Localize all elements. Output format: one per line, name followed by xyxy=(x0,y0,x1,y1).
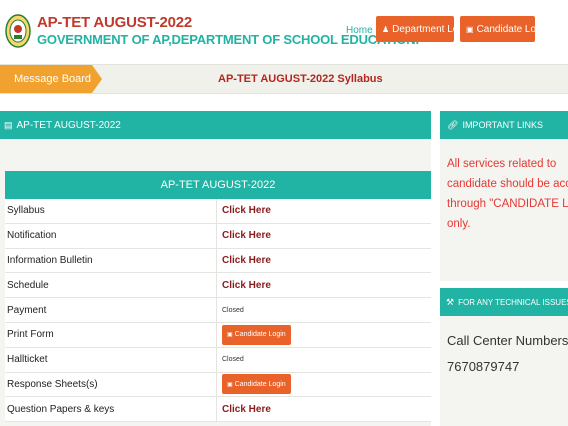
table-row: Notification Click Here xyxy=(5,223,431,249)
row-action-cell: ▣ Candidate Login xyxy=(217,372,431,397)
table-row: Payment Closed xyxy=(5,298,431,323)
table-row: Information Bulletin Click Here xyxy=(5,248,431,274)
candidate-login-button[interactable]: ▣ Candidate Login xyxy=(222,374,291,395)
call-center-number: 7670879747 xyxy=(447,359,520,374)
row-label: Information Bulletin xyxy=(5,248,217,273)
notice-line: through "CANDIDATE LOGIN" xyxy=(447,198,568,210)
table-title: AP-TET AUGUST-2022 xyxy=(5,171,431,199)
click-here-link[interactable]: Click Here xyxy=(222,255,271,266)
row-label: Hallticket xyxy=(5,347,217,372)
row-action-cell: Click Here xyxy=(217,273,431,298)
wrench-icon: ⚒ xyxy=(446,296,455,307)
site-header: AP-TET AUGUST-2022 GOVERNMENT OF AP,DEPA… xyxy=(0,0,568,62)
notice-line: candidate should be access xyxy=(447,178,568,190)
closed-status: Closed xyxy=(222,306,244,314)
closed-status: Closed xyxy=(222,356,244,364)
department-login-button[interactable]: ♟ Department Login xyxy=(376,16,472,42)
click-here-link[interactable]: Click Here xyxy=(222,205,271,216)
table-row: Response Sheets(s) ▣ Candidate Login xyxy=(5,372,431,398)
row-label: Payment xyxy=(5,298,217,322)
notice-line: only. xyxy=(447,218,471,230)
candidate-login-label: Candidate Login xyxy=(234,331,286,339)
row-action-cell: Click Here xyxy=(217,223,431,248)
table-row: Syllabus Click Here xyxy=(5,199,431,224)
row-label: Print Form xyxy=(5,322,217,347)
call-center-label: Call Center Numbers: xyxy=(447,333,568,348)
row-label: Notification xyxy=(5,223,217,248)
user-icon: ▣ xyxy=(227,332,233,339)
services-table: Syllabus Click Here Notification Click Here… xyxy=(5,199,431,423)
ap-emblem-logo xyxy=(5,14,31,48)
click-here-link[interactable]: Click Here xyxy=(222,280,271,291)
message-board-bar: Message Board AP-TET AUGUST-2022 Syllabu… xyxy=(0,64,568,94)
table-row: Print Form ▣ Candidate Login xyxy=(5,322,431,348)
link-icon: 🔗︎ xyxy=(447,119,459,130)
user-icon: ▣ xyxy=(466,24,474,34)
message-board-tab: Message Board xyxy=(0,65,102,93)
row-action-cell: ▣ Candidate Login xyxy=(217,322,431,347)
list-icon: ▤ xyxy=(4,119,13,130)
candidate-login-label: Candidate Login xyxy=(234,380,286,388)
user-tie-icon: ♟ xyxy=(382,24,390,34)
click-here-link[interactable]: Click Here xyxy=(222,230,271,241)
section-title: AP-TET AUGUST-2022 xyxy=(16,119,121,131)
candidate-login-button[interactable]: ▣ Candidate Login xyxy=(222,324,291,345)
row-label: Schedule xyxy=(5,273,217,298)
row-action-cell: Closed xyxy=(217,298,431,322)
candidate-login-label: Candidate Login xyxy=(476,23,550,35)
table-row: Schedule Click Here xyxy=(5,273,431,299)
user-icon: ▣ xyxy=(227,381,233,388)
message-board-text[interactable]: AP-TET AUGUST-2022 Syllabus xyxy=(218,73,383,85)
notice-line: All services related to xyxy=(447,158,557,170)
technical-issues-title: FOR ANY TECHNICAL ISSUES xyxy=(458,297,568,307)
technical-issues-header: ⚒ FOR ANY TECHNICAL ISSUES xyxy=(440,288,568,316)
nav-home-link[interactable]: Home xyxy=(346,25,373,36)
table-row: Question Papers & keys Click Here xyxy=(5,397,431,423)
row-action-cell: Click Here xyxy=(217,199,431,223)
row-label: Response Sheets(s) xyxy=(5,372,217,397)
row-action-cell: Click Here xyxy=(217,397,431,422)
important-links-title: IMPORTANT LINKS xyxy=(462,120,543,130)
row-label: Question Papers & keys xyxy=(5,397,217,422)
site-title: AP-TET AUGUST-2022 xyxy=(37,14,193,31)
section-header: ▤ AP-TET AUGUST-2022 xyxy=(0,111,431,139)
click-here-link[interactable]: Click Here xyxy=(222,404,271,415)
candidate-login-button[interactable]: ▣ Candidate Login xyxy=(460,16,549,42)
row-label: Syllabus xyxy=(5,199,217,223)
important-links-header: 🔗︎ IMPORTANT LINKS xyxy=(440,111,568,139)
important-links-notice: All services related to candidate should… xyxy=(447,154,568,234)
row-action-cell: Closed xyxy=(217,347,431,372)
table-row: Hallticket Closed xyxy=(5,347,431,373)
row-action-cell: Click Here xyxy=(217,248,431,273)
